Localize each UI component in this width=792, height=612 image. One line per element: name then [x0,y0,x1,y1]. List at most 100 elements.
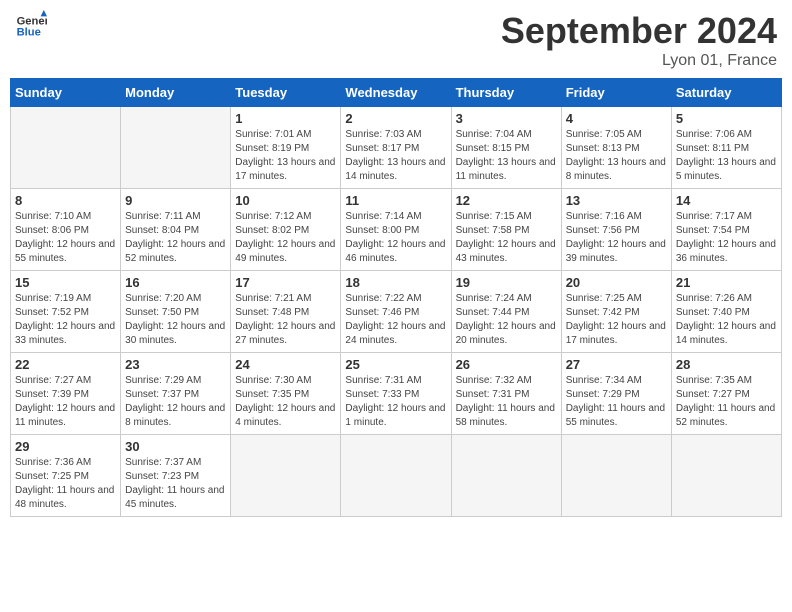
day-number: 25 [345,357,446,372]
day-header-row: SundayMondayTuesdayWednesdayThursdayFrid… [11,79,782,107]
day-cell-29: 29 Sunrise: 7:36 AMSunset: 7:25 PMDayligh… [11,435,121,517]
day-number: 27 [566,357,667,372]
day-number: 2 [345,111,446,126]
logo-icon: General Blue [15,10,47,42]
day-cell-18: 18 Sunrise: 7:22 AMSunset: 7:46 PMDayligh… [341,271,451,353]
day-cell-2: 2 Sunrise: 7:03 AMSunset: 8:17 PMDaylight… [341,107,451,189]
day-number: 9 [125,193,226,208]
day-cell-13: 13 Sunrise: 7:16 AMSunset: 7:56 PMDayligh… [561,189,671,271]
day-cell-9: 9 Sunrise: 7:11 AMSunset: 8:04 PMDaylight… [121,189,231,271]
day-cell-8: 8Sunrise: 7:10 AMSunset: 8:06 PMDaylight… [11,189,121,271]
day-number: 15 [15,275,116,290]
empty-cell [451,435,561,517]
day-info: Sunrise: 7:37 AMSunset: 7:23 PMDaylight:… [125,456,226,512]
header-monday: Monday [121,79,231,107]
header-saturday: Saturday [671,79,781,107]
day-cell-17: 17 Sunrise: 7:21 AMSunset: 7:48 PMDayligh… [231,271,341,353]
empty-cell [11,107,121,189]
calendar-table: SundayMondayTuesdayWednesdayThursdayFrid… [10,78,782,517]
empty-cell [121,107,231,189]
day-info: Sunrise: 7:17 AMSunset: 7:54 PMDaylight:… [676,210,777,266]
day-cell-21: 21 Sunrise: 7:26 AMSunset: 7:40 PMDayligh… [671,271,781,353]
day-info: Sunrise: 7:19 AMSunset: 7:52 PMDaylight:… [15,292,116,348]
day-cell-3: 3 Sunrise: 7:04 AMSunset: 8:15 PMDaylight… [451,107,561,189]
day-number: 10 [235,193,336,208]
day-info: Sunrise: 7:31 AMSunset: 7:33 PMDaylight:… [345,374,446,430]
svg-text:Blue: Blue [17,27,41,39]
title-block: September 2024 Lyon 01, France [501,10,777,70]
header-sunday: Sunday [11,79,121,107]
day-info: Sunrise: 7:06 AMSunset: 8:11 PMDaylight:… [676,128,777,184]
day-info: Sunrise: 7:26 AMSunset: 7:40 PMDaylight:… [676,292,777,348]
empty-cell [231,435,341,517]
day-info: Sunrise: 7:11 AMSunset: 8:04 PMDaylight:… [125,210,226,266]
day-info: Sunrise: 7:36 AMSunset: 7:25 PMDaylight:… [15,456,116,512]
day-number: 29 [15,439,116,454]
day-cell-16: 16 Sunrise: 7:20 AMSunset: 7:50 PMDayligh… [121,271,231,353]
day-number: 12 [456,193,557,208]
day-cell-12: 12 Sunrise: 7:15 AMSunset: 7:58 PMDayligh… [451,189,561,271]
day-info: Sunrise: 7:16 AMSunset: 7:56 PMDaylight:… [566,210,667,266]
day-info: Sunrise: 7:21 AMSunset: 7:48 PMDaylight:… [235,292,336,348]
day-info: Sunrise: 7:35 AMSunset: 7:27 PMDaylight:… [676,374,777,430]
day-cell-4: 4 Sunrise: 7:05 AMSunset: 8:13 PMDaylight… [561,107,671,189]
header-wednesday: Wednesday [341,79,451,107]
day-number: 24 [235,357,336,372]
day-number: 20 [566,275,667,290]
day-number: 1 [235,111,336,126]
calendar-week-1: 1 Sunrise: 7:01 AMSunset: 8:19 PMDaylight… [11,107,782,189]
day-info: Sunrise: 7:14 AMSunset: 8:00 PMDaylight:… [345,210,446,266]
day-cell-30: 30 Sunrise: 7:37 AMSunset: 7:23 PMDayligh… [121,435,231,517]
day-number: 13 [566,193,667,208]
day-number: 3 [456,111,557,126]
day-cell-11: 11Sunrise: 7:14 AMSunset: 8:00 PMDayligh… [341,189,451,271]
day-info: Sunrise: 7:24 AMSunset: 7:44 PMDaylight:… [456,292,557,348]
day-info: Sunrise: 7:04 AMSunset: 8:15 PMDaylight:… [456,128,557,184]
day-info: Sunrise: 7:15 AMSunset: 7:58 PMDaylight:… [456,210,557,266]
day-info: Sunrise: 7:27 AMSunset: 7:39 PMDaylight:… [15,374,116,430]
day-info: Sunrise: 7:05 AMSunset: 8:13 PMDaylight:… [566,128,667,184]
day-number: 5 [676,111,777,126]
location: Lyon 01, France [501,52,777,70]
day-number: 23 [125,357,226,372]
day-cell-22: 22Sunrise: 7:27 AMSunset: 7:39 PMDayligh… [11,353,121,435]
empty-cell [561,435,671,517]
day-number: 4 [566,111,667,126]
header-thursday: Thursday [451,79,561,107]
day-number: 28 [676,357,777,372]
day-number: 14 [676,193,777,208]
day-info: Sunrise: 7:20 AMSunset: 7:50 PMDaylight:… [125,292,226,348]
day-number: 30 [125,439,226,454]
day-cell-19: 19Sunrise: 7:24 AMSunset: 7:44 PMDayligh… [451,271,561,353]
day-cell-10: 10Sunrise: 7:12 AMSunset: 8:02 PMDayligh… [231,189,341,271]
header-friday: Friday [561,79,671,107]
calendar-week-3: 15 Sunrise: 7:19 AMSunset: 7:52 PMDayligh… [11,271,782,353]
day-info: Sunrise: 7:03 AMSunset: 8:17 PMDaylight:… [345,128,446,184]
month-title: September 2024 [501,10,777,52]
empty-cell [671,435,781,517]
day-number: 18 [345,275,446,290]
logo: General Blue General Blue [15,10,47,42]
day-number: 16 [125,275,226,290]
page-header: General Blue General Blue September 2024… [10,10,782,70]
day-cell-1: 1 Sunrise: 7:01 AMSunset: 8:19 PMDaylight… [231,107,341,189]
empty-cell [341,435,451,517]
day-cell-24: 24 Sunrise: 7:30 AMSunset: 7:35 PMDayligh… [231,353,341,435]
day-cell-15: 15 Sunrise: 7:19 AMSunset: 7:52 PMDayligh… [11,271,121,353]
day-info: Sunrise: 7:01 AMSunset: 8:19 PMDaylight:… [235,128,336,184]
calendar-week-4: 22Sunrise: 7:27 AMSunset: 7:39 PMDayligh… [11,353,782,435]
day-info: Sunrise: 7:25 AMSunset: 7:42 PMDaylight:… [566,292,667,348]
day-info: Sunrise: 7:22 AMSunset: 7:46 PMDaylight:… [345,292,446,348]
header-tuesday: Tuesday [231,79,341,107]
day-cell-28: 28 Sunrise: 7:35 AMSunset: 7:27 PMDayligh… [671,353,781,435]
day-number: 26 [456,357,557,372]
day-cell-5: 5 Sunrise: 7:06 AMSunset: 8:11 PMDaylight… [671,107,781,189]
day-cell-27: 27Sunrise: 7:34 AMSunset: 7:29 PMDayligh… [561,353,671,435]
day-cell-14: 14 Sunrise: 7:17 AMSunset: 7:54 PMDayligh… [671,189,781,271]
day-number: 8 [15,193,116,208]
svg-text:General: General [17,15,47,27]
day-number: 17 [235,275,336,290]
day-number: 21 [676,275,777,290]
day-cell-23: 23Sunrise: 7:29 AMSunset: 7:37 PMDayligh… [121,353,231,435]
day-info: Sunrise: 7:30 AMSunset: 7:35 PMDaylight:… [235,374,336,430]
